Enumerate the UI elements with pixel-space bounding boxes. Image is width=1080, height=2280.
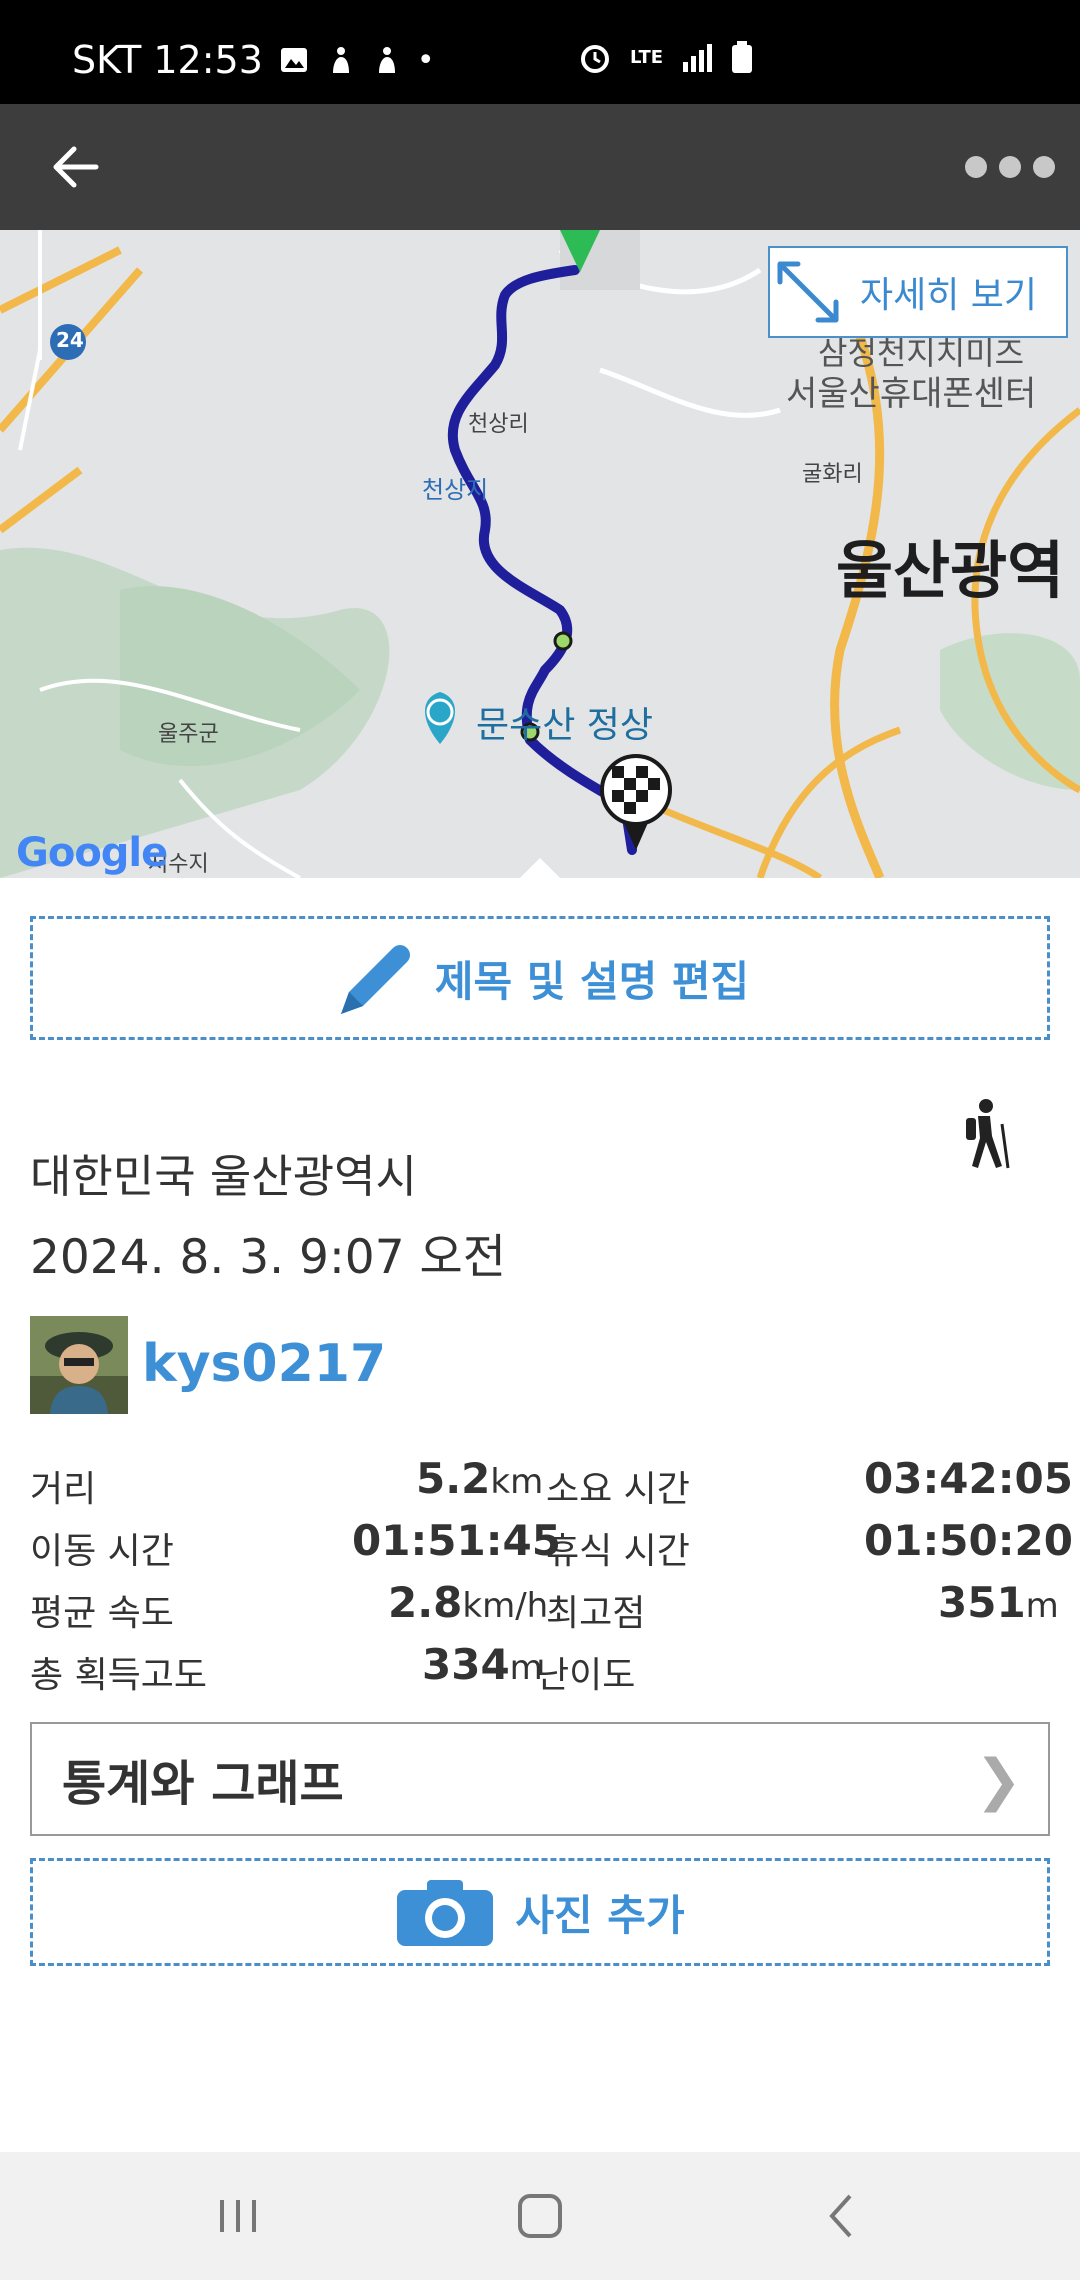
add-photo-button[interactable]: 사진 추가 [30,1858,1050,1966]
home-icon [518,2194,562,2238]
chevron-right-icon: ❯ [975,1748,1022,1813]
stat-moving-time-label: 이동 시간 [30,1531,174,1572]
camera-icon [397,1880,494,1946]
map-label-cheonsangri: 천상리 [468,412,529,437]
map-label-route24: 24 [56,328,84,352]
expand-icon [777,261,839,323]
status-left: SKT 12:53 • [72,38,435,82]
avg-speed-number: 2.8 [388,1578,463,1627]
detail-view-button[interactable]: 자세히 보기 [768,246,1068,338]
detail-view-label: 자세히 보기 [860,275,1038,316]
stats-graph-button[interactable]: 통계와 그래프 ❯ [30,1722,1050,1836]
stat-moving-time-value: 01:51:45 [352,1516,561,1565]
stat-total-time-label: 소요 시간 [546,1469,690,1510]
carrier-time: SKT 12:53 [72,38,263,82]
walk-notification-icon-2 [378,47,395,73]
status-right: LTE [578,40,753,74]
stat-distance-value: 5.2km [416,1454,543,1503]
stat-distance-label: 거리 [30,1469,97,1510]
map-label-gulhwari: 굴화리 [802,462,863,487]
edit-title-description-label: 제목 및 설명 편집 [434,956,750,1006]
map-label-ulju: 울주군 [158,722,219,747]
more-notifications-dot: • [416,42,435,78]
stat-total-time-value: 03:42:05 [864,1454,1073,1503]
more-button[interactable] [960,144,1060,190]
app-bar [0,104,1080,230]
map-label-cheonsangji: 천상지 [422,476,489,504]
status-bar: SKT 12:53 • LTE [0,0,1080,104]
google-logo: Google [16,830,168,876]
alarm-icon [581,45,609,73]
username-link[interactable]: kys0217 [142,1334,386,1394]
nav-back-icon [829,2194,852,2238]
pencil-icon [340,945,410,1014]
signal-icon [683,44,713,72]
stat-difficulty-label: 난이도 [536,1655,636,1696]
max-elev-number: 351 [938,1578,1026,1627]
recent-apps-button[interactable] [208,2188,268,2244]
distance-unit: km [490,1462,544,1502]
battery-icon [732,41,753,73]
edit-title-description-button[interactable]: 제목 및 설명 편집 [30,916,1050,1040]
avatar-photo [30,1316,128,1414]
recent-apps-icon [220,2200,256,2232]
avg-speed-unit: km/h [462,1586,549,1626]
network-label: LTE [630,46,664,68]
activity-datetime: 2024. 8. 3. 9:07 오전 [30,1230,507,1285]
gain-number: 334 [422,1640,510,1689]
home-button[interactable] [510,2188,570,2244]
activity-location: 대한민국 울산광역시 [30,1150,417,1203]
stat-gain-label: 총 획득고도 [30,1655,208,1696]
stats-graph-label: 통계와 그래프 [62,1756,344,1812]
max-elev-unit: m [1025,1586,1059,1626]
stat-max-elev-label: 최고점 [546,1593,646,1634]
nav-back-button[interactable] [812,2188,872,2244]
stat-max-elev-value: 351m [938,1578,1059,1627]
add-photo-label: 사진 추가 [515,1890,685,1940]
more-dots-icon [965,156,1055,178]
hiking-icon [966,1099,1010,1169]
walk-notification-icon [332,47,349,73]
google-logo-text: Google [16,830,168,876]
system-nav-bar [0,2152,1080,2280]
distance-number: 5.2 [416,1454,491,1503]
stat-gain-value: 334m [422,1640,543,1689]
map-label-center-line2: 서울산휴대폰센터 [786,374,1037,414]
map-label-peak: 문수산 정상 [476,705,654,746]
stat-avg-speed-label: 평균 속도 [30,1593,174,1634]
stat-rest-time-value: 01:50:20 [864,1516,1073,1565]
route-map[interactable]: 24 천상리 천상지 울주군 굴화리 울산광역 문수산 정상 삼정천지치미즈 서… [0,230,1080,878]
back-button[interactable] [44,136,106,198]
gallery-icon [280,48,307,72]
arrow-left-icon [53,146,99,188]
stat-avg-speed-value: 2.8km/h [388,1578,548,1627]
map-label-ulsan: 울산광역 [836,534,1065,607]
user-avatar[interactable] [30,1316,128,1414]
stat-rest-time-label: 휴식 시간 [546,1531,690,1572]
